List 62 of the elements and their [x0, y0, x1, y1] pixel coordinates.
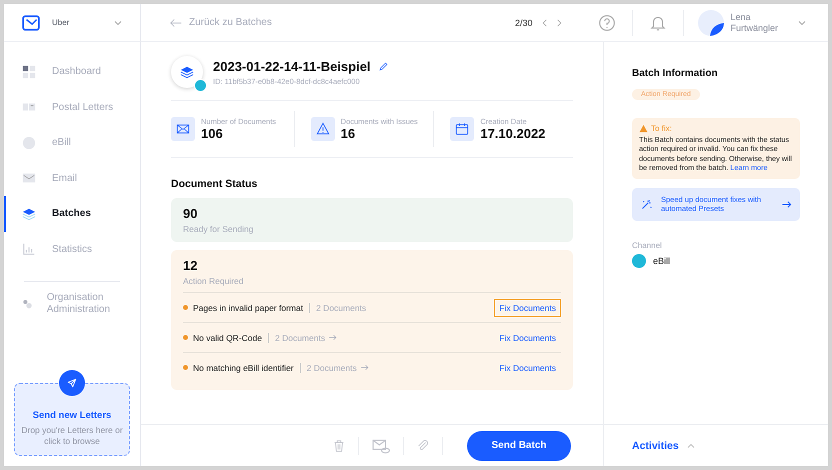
- document-count[interactable]: 2 Documents: [316, 302, 366, 312]
- issue-label: No valid QR-Code: [193, 332, 262, 342]
- warning-icon: [639, 124, 648, 133]
- nav-item[interactable]: Statistics: [4, 232, 140, 267]
- paperclip-icon: [416, 438, 430, 452]
- status-dot: [183, 365, 188, 370]
- send-button[interactable]: [59, 370, 85, 396]
- status-dot: [183, 335, 188, 340]
- nav-item[interactable]: Dashboard: [4, 54, 140, 90]
- document-count[interactable]: 2 Documents: [306, 362, 357, 372]
- bar-chart-icon: [22, 242, 36, 256]
- arrow-right-icon: [360, 363, 369, 372]
- envelope-logo-icon: [22, 14, 40, 32]
- layers-icon: [180, 65, 194, 79]
- magic-wand-icon: [640, 198, 653, 211]
- status-count: 90: [183, 206, 198, 221]
- issue-label: No matching eBill identifier: [193, 362, 294, 372]
- channel-label: Channel: [632, 240, 663, 250]
- help-icon: [598, 14, 616, 32]
- channel-name: eBill: [653, 256, 670, 266]
- envelope-icon: [22, 171, 36, 186]
- issue-label: Pages in invalid paper format: [193, 302, 304, 312]
- paper-plane-icon: [66, 376, 78, 389]
- arrow-right-icon: [328, 333, 338, 342]
- nav-item[interactable]: Email: [4, 160, 140, 196]
- user-name: Lena Furtwängler: [730, 12, 778, 34]
- stat-value: 16: [340, 126, 356, 141]
- grid-icon: [22, 64, 36, 79]
- section-title: Document Status: [171, 178, 258, 190]
- activities-toggle[interactable]: Activities: [632, 440, 679, 452]
- upload-title: Send new Letters: [32, 410, 112, 421]
- fix-documents-link[interactable]: Fix Documents: [494, 358, 561, 376]
- upload-dropzone[interactable]: Send new Letters Drop you're Letters here or click to browse: [14, 382, 130, 456]
- upload-hint: Drop you're Letters here or click to browse: [21, 424, 123, 447]
- fix-documents-link[interactable]: Fix Documents: [494, 328, 561, 346]
- panel-title: Batch Information: [632, 68, 719, 79]
- fix-documents-link[interactable]: Fix Documents: [494, 298, 561, 316]
- status-label: Ready for Sending: [183, 224, 254, 234]
- trash-icon: [332, 438, 346, 452]
- nav-item[interactable]: Organisation Administration: [4, 292, 140, 315]
- warning-icon: [316, 122, 330, 136]
- pencil-icon: [378, 60, 389, 72]
- workspace-name: Uber: [52, 18, 70, 27]
- pager: 2/30: [514, 18, 532, 28]
- layers-icon: [22, 206, 36, 221]
- nav-item[interactable]: Batches: [4, 196, 140, 232]
- stat-value: 106: [201, 126, 224, 141]
- warning-title: To fix:: [651, 124, 672, 133]
- send-batch-button[interactable]: Send Batch: [467, 430, 571, 460]
- stat-value: 17.10.2022: [480, 126, 546, 141]
- status-label: Action Required: [183, 276, 244, 286]
- calendar-icon: [455, 122, 470, 136]
- status-dot: [183, 305, 188, 310]
- nav-item[interactable]: Postal Letters: [4, 90, 140, 125]
- avatar[interactable]: [698, 10, 724, 36]
- nav-item[interactable]: eBill: [4, 125, 140, 160]
- arrow-right-icon: [781, 198, 792, 210]
- back-link[interactable]: Zurück zu Batches: [169, 16, 515, 30]
- document-count[interactable]: 2 Documents: [274, 332, 326, 342]
- envelope-icon: [176, 122, 190, 136]
- status-count: 12: [183, 258, 198, 273]
- batch-title: 2023-01-22-14-11-Beispiel: [213, 58, 371, 74]
